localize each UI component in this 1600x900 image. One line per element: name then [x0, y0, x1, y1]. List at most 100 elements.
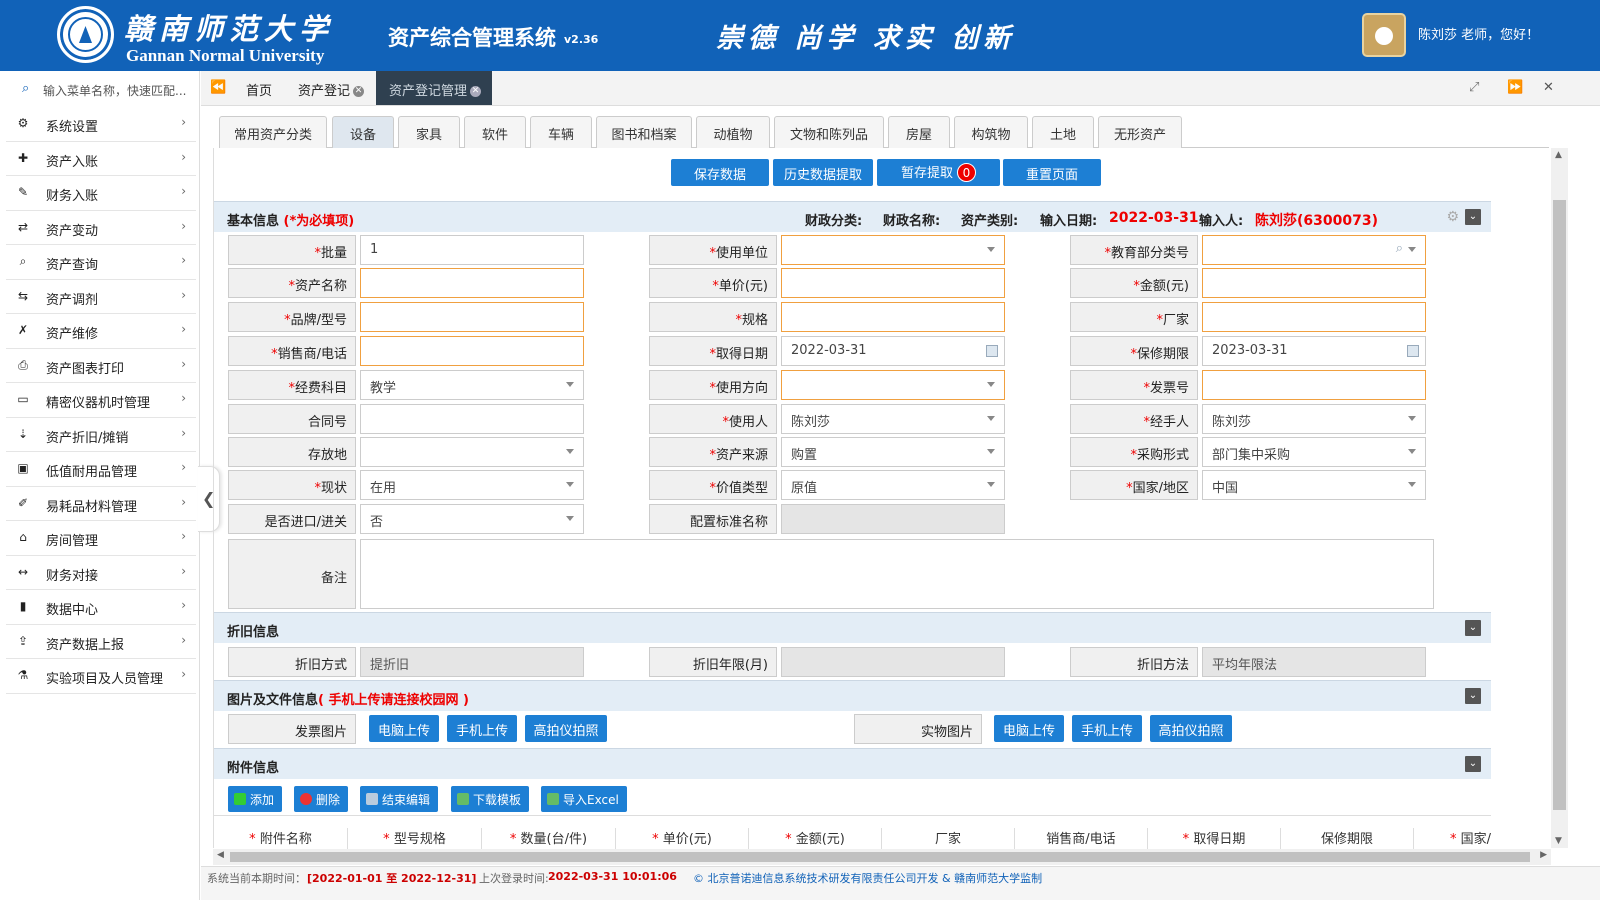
scrollbar-thumb[interactable]: [230, 852, 1530, 862]
invoice-pc-upload-button[interactable]: 电脑上传: [369, 715, 439, 742]
use-direction-select[interactable]: [781, 370, 1005, 400]
delete-attach-button[interactable]: 删除: [294, 786, 349, 812]
status-select[interactable]: 在用: [360, 470, 584, 500]
fund-select[interactable]: 教学: [360, 370, 584, 400]
location-select[interactable]: [360, 437, 584, 467]
imported-select[interactable]: 否: [360, 504, 584, 534]
acquire-date-field[interactable]: 2022-03-31: [781, 336, 1005, 366]
menu-search-input[interactable]: ⌕ 输入菜单名称，快速匹配...: [6, 75, 194, 103]
sidebar-item[interactable]: ▭ 精密仪器机时管理 ›: [6, 383, 196, 418]
brand-field[interactable]: [360, 302, 584, 332]
real-camera-button[interactable]: 高拍仪拍照: [1150, 715, 1232, 742]
scroll-left-icon[interactable]: ◀: [217, 850, 224, 860]
sidebar-item[interactable]: ⇆ 资产调剂 ›: [6, 280, 196, 314]
settings-gear-icon[interactable]: ⚙: [1446, 209, 1459, 225]
use-unit-select[interactable]: [781, 235, 1005, 265]
sidebar-item[interactable]: ⇄ 资产变动 ›: [6, 211, 196, 245]
sidebar-item[interactable]: ⚗ 实验项目及人员管理 ›: [6, 659, 196, 694]
user-select[interactable]: 陈刘莎: [781, 404, 1005, 434]
tab-housing[interactable]: 房屋: [888, 116, 950, 148]
col-seller[interactable]: 销售商/电话: [1015, 828, 1148, 850]
remark-textarea[interactable]: [360, 539, 1434, 609]
batch-field[interactable]: 1: [360, 235, 584, 265]
reset-page-button[interactable]: 重置页面: [1003, 159, 1101, 186]
sidebar-item[interactable]: ✚ 资产入账 ›: [6, 142, 196, 176]
spec-field[interactable]: [781, 302, 1005, 332]
warranty-field[interactable]: 2023-03-31: [1202, 336, 1426, 366]
unit-price-field[interactable]: [781, 268, 1005, 298]
tab-software[interactable]: 软件: [464, 116, 526, 148]
scroll-up-icon[interactable]: ▲: [1555, 150, 1562, 160]
end-edit-button[interactable]: 结束编辑: [360, 786, 439, 812]
col-warranty[interactable]: 保修期限: [1281, 828, 1414, 850]
sidebar-item[interactable]: ✐ 易耗品材料管理 ›: [6, 487, 196, 521]
col-acquire-date[interactable]: * 取得日期: [1148, 828, 1281, 850]
tab-home[interactable]: 首页: [246, 71, 286, 105]
scroll-right-icon[interactable]: ▶: [1540, 850, 1547, 860]
fullscreen-icon[interactable]: ⤢: [1469, 80, 1479, 95]
tab-structures[interactable]: 构筑物: [954, 116, 1028, 148]
asset-name-field[interactable]: [360, 268, 584, 298]
sidebar-item[interactable]: ⌂ 房间管理 ›: [6, 521, 196, 556]
collapse-section-icon[interactable]: ⌄: [1465, 688, 1481, 704]
close-all-icon[interactable]: ✕: [1543, 80, 1554, 95]
vertical-scrollbar[interactable]: ▲ ▼: [1551, 148, 1568, 848]
search-icon[interactable]: ⌕: [1396, 241, 1403, 256]
import-excel-button[interactable]: 导入Excel: [541, 786, 627, 812]
tab-scroll-right-icon[interactable]: ⏩: [1507, 80, 1523, 95]
col-amount[interactable]: * 金额(元): [749, 828, 882, 850]
contract-field[interactable]: [360, 404, 584, 434]
maker-field[interactable]: [1202, 302, 1426, 332]
add-attach-button[interactable]: 添加: [228, 786, 283, 812]
amount-field[interactable]: [1202, 268, 1426, 298]
sidebar-item[interactable]: ▣ 低值耐用品管理 ›: [6, 452, 196, 487]
tab-common-category[interactable]: 常用资产分类: [219, 116, 327, 148]
sidebar-item[interactable]: ⇪ 资产数据上报 ›: [6, 625, 196, 659]
sidebar-item[interactable]: ▮ 数据中心 ›: [6, 590, 196, 625]
col-attach-name[interactable]: * 附件名称: [214, 828, 348, 850]
value-type-select[interactable]: 原值: [781, 470, 1005, 500]
tab-scroll-left-icon[interactable]: ⏪: [210, 80, 226, 95]
sidebar-item[interactable]: ✎ 财务入账 ›: [6, 176, 196, 211]
tab-equipment[interactable]: 设备: [332, 116, 394, 148]
sidebar-item[interactable]: ↔ 财务对接 ›: [6, 556, 196, 590]
download-template-button[interactable]: 下载模板: [451, 786, 530, 812]
tab-books-archives[interactable]: 图书和档案: [596, 116, 692, 148]
temp-fetch-button[interactable]: 暂存提取 0: [877, 159, 1000, 186]
tab-furniture[interactable]: 家具: [398, 116, 460, 148]
handler-select[interactable]: 陈刘莎: [1202, 404, 1426, 434]
purchase-form-select[interactable]: 部门集中采购: [1202, 437, 1426, 467]
tab-asset-register-manage[interactable]: 资产登记管理 ✕: [376, 71, 492, 105]
tab-vehicle[interactable]: 车辆: [530, 116, 592, 148]
sidebar-item[interactable]: ⌕ 资产查询 ›: [6, 245, 196, 280]
tab-asset-register[interactable]: 资产登记 ✕: [298, 71, 368, 105]
calendar-icon[interactable]: [1407, 345, 1419, 357]
sidebar-item[interactable]: ⇣ 资产折旧/摊销 ›: [6, 418, 196, 452]
collapse-section-icon[interactable]: ⌄: [1465, 756, 1481, 772]
real-pc-upload-button[interactable]: 电脑上传: [994, 715, 1064, 742]
horizontal-scrollbar[interactable]: ◀ ▶: [213, 849, 1551, 865]
col-unit-price[interactable]: * 单价(元): [616, 828, 749, 850]
history-data-button[interactable]: 历史数据提取: [773, 159, 873, 186]
country-select[interactable]: 中国: [1202, 470, 1426, 500]
scrollbar-thumb[interactable]: [1553, 200, 1566, 810]
tab-relics[interactable]: 文物和陈列品: [774, 116, 884, 148]
invoice-camera-button[interactable]: 高拍仪拍照: [525, 715, 607, 742]
seller-field[interactable]: [360, 336, 584, 366]
user-greeting[interactable]: 陈刘莎 老师，您好！: [1418, 24, 1539, 43]
tab-close-icon[interactable]: ✕: [470, 86, 482, 97]
source-select[interactable]: 购置: [781, 437, 1005, 467]
invoice-mobile-upload-button[interactable]: 手机上传: [447, 715, 517, 742]
tab-close-icon[interactable]: ✕: [353, 86, 365, 97]
sidebar-item[interactable]: ✗ 资产维修 ›: [6, 314, 196, 349]
col-country[interactable]: * 国家/: [1414, 828, 1491, 850]
sidebar-item[interactable]: ⎙ 资产图表打印 ›: [6, 349, 196, 383]
invoice-field[interactable]: [1202, 370, 1426, 400]
collapse-section-icon[interactable]: ⌄: [1465, 209, 1481, 225]
sidebar-item[interactable]: ⚙ 系统设置 ›: [6, 107, 196, 142]
edu-code-select[interactable]: ⌕: [1202, 235, 1426, 265]
col-maker[interactable]: 厂家: [882, 828, 1015, 850]
scroll-down-icon[interactable]: ▼: [1555, 836, 1562, 846]
save-data-button[interactable]: 保存数据: [671, 159, 769, 186]
col-quantity[interactable]: * 数量(台/件): [482, 828, 616, 850]
